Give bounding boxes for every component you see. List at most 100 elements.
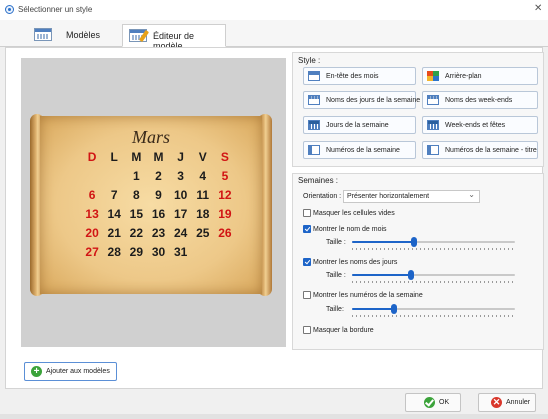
day-cell: 5 [221,168,229,183]
day-header: V [198,149,207,164]
day-header: D [87,149,97,164]
app-icon [5,5,14,14]
day-cell: 24 [173,225,188,240]
cancel-icon: ✕ [491,397,502,408]
hide-empty-cells-label: Masquer les cellules vides [313,210,395,217]
week-numbers-icon [308,145,320,155]
weekend-names-label: Noms des week-ends [445,97,513,104]
day-cell: 11 [196,187,210,202]
weekdays-label: Jours de la semaine [326,122,389,129]
weekends-holidays-button[interactable]: Week-ends et fêtes [422,116,538,134]
background-label: Arrière-plan [445,73,482,80]
tab-models[interactable]: Modèles [28,24,112,46]
week-numbers-title-icon [427,145,439,155]
day-cell: 10 [173,187,188,202]
day-names-size-label: Taille : [326,272,346,279]
background-button[interactable]: Arrière-plan [422,67,538,85]
day-cell [103,166,125,185]
cancel-button[interactable]: ✕ Annuler [478,393,536,412]
week-numbers-size-label: Taille: [326,306,344,313]
chevron-down-icon: ⌄ [468,190,475,199]
title-bar: Sélectionner un style ✕ [0,0,548,20]
day-cell: 31 [173,244,188,259]
weekday-names-icon [308,95,320,105]
month-header-icon [308,71,320,81]
show-week-numbers-label: Montrer les numéros de la semaine [313,292,423,299]
day-cell: 19 [218,206,232,221]
day-cell: 9 [155,187,162,202]
day-cell [214,242,236,261]
tab-template-editor[interactable]: Éditeur de modèle [122,24,226,51]
background-icon [427,71,439,81]
week-numbers-label: Numéros de la semaine [326,147,400,154]
day-names-size-slider[interactable] [352,270,515,283]
weekdays-button[interactable]: Jours de la semaine [303,116,416,134]
day-cell: 14 [107,206,121,221]
day-cell [81,166,103,185]
month-header-button[interactable]: En-tête des mois [303,67,416,85]
day-cell: 17 [173,206,188,221]
hide-border-checkbox[interactable] [303,326,311,334]
preview-month-title: Mars [131,127,170,147]
week-numbers-title-label: Numéros de la semaine - titre [445,147,537,154]
day-cell: 6 [88,187,96,202]
plus-icon: + [31,366,42,377]
week-numbers-title-button[interactable]: Numéros de la semaine - titre [422,141,538,159]
show-week-numbers-checkbox[interactable] [303,291,311,299]
day-cell: 18 [196,206,210,221]
day-cell: 13 [85,206,99,221]
day-cell [192,242,214,261]
calendar-edit-icon [129,29,150,43]
hide-empty-cells-checkbox[interactable] [303,209,311,217]
dialog-window: Sélectionner un style ✕ Modèles Éditeur … [0,0,548,419]
month-name-size-slider[interactable] [352,237,515,250]
ok-button[interactable]: OK [405,393,461,412]
taskbar-edge [0,414,548,419]
day-cell: 8 [133,187,140,202]
day-cell: 28 [107,244,121,259]
week-numbers-size-slider[interactable] [352,304,515,317]
weekdays-icon [308,120,320,130]
day-cell: 4 [199,168,207,183]
show-month-name-checkbox[interactable] [303,225,311,233]
add-to-templates-label: Ajouter aux modèles [46,368,110,375]
show-day-names-checkbox[interactable] [303,258,311,266]
day-cell: 29 [129,244,144,259]
day-cell: 23 [151,225,166,240]
day-header: L [110,149,118,164]
day-cell: 3 [177,168,184,183]
preview-calendar-grid: D L M M J V S 1 2 3 4 5 6 7 8 9 10 11 12 13 14 15 16 17 18 19 20 21… [81,147,236,261]
calendar-icon [34,28,52,41]
week-numbers-button[interactable]: Numéros de la semaine [303,141,416,159]
day-cell: 30 [151,244,166,259]
orientation-select[interactable]: Présenter horizontalement ⌄ [343,190,480,203]
tab-models-label: Modèles [66,30,101,40]
day-cell: 22 [129,225,144,240]
style-group-title: Style : [298,56,321,65]
weekend-names-button[interactable]: Noms des week-ends [422,91,538,109]
day-cell: 1 [133,168,140,183]
day-cell: 7 [110,187,118,202]
day-cell: 15 [129,206,144,221]
check-icon [424,397,435,408]
cancel-label: Annuler [506,399,531,406]
day-cell: 25 [196,225,210,240]
slider-thumb[interactable] [391,304,398,314]
weekday-names-button[interactable]: Noms des jours de la semaine [303,91,420,109]
slider-thumb[interactable] [410,237,417,247]
day-cell: 27 [85,244,99,259]
show-day-names-label: Montrer les noms des jours [313,259,398,266]
day-cell: 16 [151,206,166,221]
weekends-holidays-label: Week-ends et fêtes [445,122,506,129]
close-icon[interactable]: ✕ [534,3,542,15]
add-to-templates-button[interactable]: + Ajouter aux modèles [24,362,117,381]
weekends-holidays-icon [427,120,439,130]
weekend-names-icon [427,95,439,105]
slider-thumb[interactable] [407,270,414,280]
day-header: M [131,149,142,164]
ok-label: OK [439,399,450,406]
hide-border-label: Masquer la bordure [313,327,374,334]
window-title: Sélectionner un style [18,5,93,14]
month-header-label: En-tête des mois [326,73,379,80]
month-name-size-label: Taille : [326,239,346,246]
